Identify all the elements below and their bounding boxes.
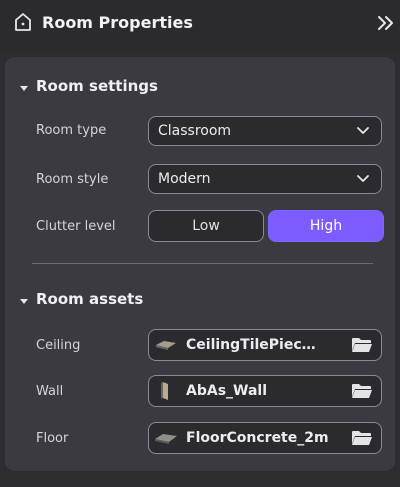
wall-asset-name: AbAs_Wall xyxy=(186,383,268,399)
properties-content: Room settings Room type Classroom Room s… xyxy=(5,57,395,471)
clutter-low-button[interactable]: Low xyxy=(148,210,264,242)
room-properties-panel: Room Properties Room settings Room type … xyxy=(0,0,400,487)
wall-label: Wall xyxy=(36,384,64,399)
room-style-dropdown[interactable]: Modern xyxy=(148,164,382,194)
folder-icon[interactable] xyxy=(351,382,373,400)
floor-label: Floor xyxy=(36,431,69,446)
ceiling-asset-name: CeilingTilePiec… xyxy=(186,337,316,353)
ceiling-asset-field[interactable]: CeilingTilePiec… xyxy=(148,329,382,361)
room-style-label: Room style xyxy=(36,172,109,187)
clutter-high-button[interactable]: High xyxy=(268,210,384,242)
double-chevron-right-icon[interactable] xyxy=(376,13,396,33)
floor-asset-name: FloorConcrete_2m xyxy=(186,430,329,446)
caret-down-icon xyxy=(20,86,28,91)
wall-asset-field[interactable]: AbAs_Wall xyxy=(148,375,382,407)
room-type-label: Room type xyxy=(36,123,107,138)
caret-down-icon xyxy=(20,299,28,304)
folder-icon[interactable] xyxy=(351,336,373,354)
ceiling-tile-thumbnail-icon xyxy=(156,341,176,350)
floor-concrete-thumbnail-icon xyxy=(155,434,177,444)
room-style-value: Modern xyxy=(158,171,211,187)
panel-title: Room Properties xyxy=(42,13,193,32)
clutter-level-label: Clutter level xyxy=(36,219,116,234)
section-divider xyxy=(32,263,373,264)
wall-thumbnail-icon xyxy=(161,382,168,400)
floor-asset-field[interactable]: FloorConcrete_2m xyxy=(148,422,382,454)
room-type-value: Classroom xyxy=(158,123,232,139)
room-assets-title: Room assets xyxy=(36,290,144,308)
home-icon xyxy=(15,13,31,31)
panel-header: Room Properties xyxy=(0,0,400,50)
chevron-down-icon xyxy=(357,127,369,134)
ceiling-label: Ceiling xyxy=(36,338,81,353)
room-settings-title: Room settings xyxy=(36,77,158,95)
room-type-dropdown[interactable]: Classroom xyxy=(148,116,382,146)
folder-icon[interactable] xyxy=(351,429,373,447)
chevron-down-icon xyxy=(357,175,369,182)
